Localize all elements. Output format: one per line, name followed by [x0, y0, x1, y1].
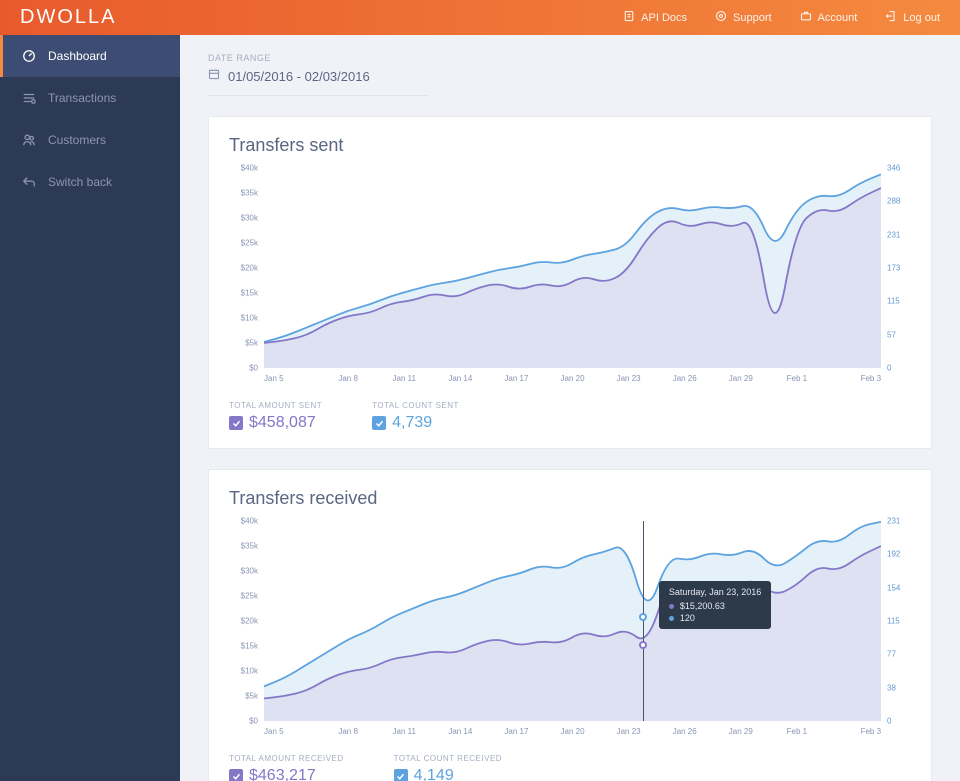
- yaxis-left-sent: $0$5k$10k$15k$20k$25k$30k$35k$40k: [229, 168, 264, 368]
- xaxis-sent: Jan 5Jan 8Jan 11Jan 14Jan 17Jan 20Jan 23…: [264, 374, 881, 383]
- tooltip-amount: $15,200.63: [680, 601, 725, 611]
- customers-icon: [22, 133, 36, 147]
- chart-sent[interactable]: $0$5k$10k$15k$20k$25k$30k$35k$40k 057115…: [229, 168, 911, 368]
- date-range-picker[interactable]: 01/05/2016 - 02/03/2016: [208, 67, 428, 96]
- stat-amount-received: TOTAL AMOUNT RECEIVED $463,217: [229, 754, 344, 781]
- dashboard-icon: [22, 49, 36, 63]
- stat-count-sent: TOTAL COUNT SENT 4,739: [372, 401, 459, 432]
- header-nav: API Docs Support Account Log out: [623, 10, 940, 25]
- stat-count-received: TOTAL COUNT RECEIVED 4,149: [394, 754, 502, 781]
- count-sent-text: 4,739: [392, 414, 432, 432]
- amount-received-label: TOTAL AMOUNT RECEIVED: [229, 754, 344, 763]
- hover-line: [643, 521, 644, 721]
- plot-received: Saturday, Jan 23, 2016 $15,200.63 120: [264, 521, 881, 721]
- tooltip-amount-row: $15,200.63: [669, 601, 761, 611]
- logout-label: Log out: [903, 12, 940, 24]
- logout-icon: [885, 10, 897, 25]
- sidebar-label-customers: Customers: [48, 133, 106, 147]
- sidebar-label-transactions: Transactions: [48, 91, 116, 105]
- support-link[interactable]: Support: [715, 10, 772, 25]
- tooltip-count: 120: [680, 613, 695, 623]
- amount-received-text: $463,217: [249, 767, 316, 781]
- account-link[interactable]: Account: [800, 10, 858, 25]
- amount-received-value: $463,217: [229, 767, 344, 781]
- card-transfers-received: Transfers received $0$5k$10k$15k$20k$25k…: [208, 469, 932, 781]
- checkbox-count-sent[interactable]: [372, 416, 386, 430]
- count-received-text: 4,149: [414, 767, 454, 781]
- back-arrow-icon: [22, 175, 36, 189]
- count-sent-value: 4,739: [372, 414, 459, 432]
- content-area: DATE RANGE 01/05/2016 - 02/03/2016 Trans…: [180, 35, 960, 781]
- date-range-value: 01/05/2016 - 02/03/2016: [228, 69, 370, 84]
- api-docs-link[interactable]: API Docs: [623, 10, 687, 25]
- sidebar: Dashboard Transactions Customers Switch …: [0, 35, 180, 781]
- logout-link[interactable]: Log out: [885, 10, 940, 25]
- briefcase-icon: [800, 10, 812, 25]
- yaxis-right-received: 03877115154192231: [881, 521, 911, 721]
- card-title-sent: Transfers sent: [229, 135, 911, 156]
- support-label: Support: [733, 12, 772, 24]
- docs-icon: [623, 10, 635, 25]
- dot-purple-icon: [669, 604, 674, 609]
- dot-blue-icon: [669, 616, 674, 621]
- sidebar-item-switch-back[interactable]: Switch back: [0, 161, 180, 203]
- sidebar-item-dashboard[interactable]: Dashboard: [0, 35, 180, 77]
- amount-sent-label: TOTAL AMOUNT SENT: [229, 401, 322, 410]
- brand-logo: DWOLLA: [20, 6, 116, 29]
- account-label: Account: [818, 12, 858, 24]
- date-range-label: DATE RANGE: [208, 53, 932, 63]
- yaxis-left-received: $0$5k$10k$15k$20k$25k$30k$35k$40k: [229, 521, 264, 721]
- sidebar-item-transactions[interactable]: Transactions: [0, 77, 180, 119]
- checkbox-amount-received[interactable]: [229, 769, 243, 781]
- api-docs-label: API Docs: [641, 12, 687, 24]
- checkbox-amount-sent[interactable]: [229, 416, 243, 430]
- transactions-icon: [22, 91, 36, 105]
- stats-received: TOTAL AMOUNT RECEIVED $463,217 TOTAL COU…: [229, 754, 911, 781]
- tooltip-date: Saturday, Jan 23, 2016: [669, 587, 761, 597]
- main-layout: Dashboard Transactions Customers Switch …: [0, 35, 960, 781]
- chart-tooltip: Saturday, Jan 23, 2016 $15,200.63 120: [659, 581, 771, 629]
- app-header: DWOLLA API Docs Support Account Log out: [0, 0, 960, 35]
- sidebar-item-customers[interactable]: Customers: [0, 119, 180, 161]
- count-received-value: 4,149: [394, 767, 502, 781]
- support-icon: [715, 10, 727, 25]
- tooltip-count-row: 120: [669, 613, 761, 623]
- stats-sent: TOTAL AMOUNT SENT $458,087 TOTAL COUNT S…: [229, 401, 911, 432]
- amount-sent-text: $458,087: [249, 414, 316, 432]
- card-title-received: Transfers received: [229, 488, 911, 509]
- count-sent-label: TOTAL COUNT SENT: [372, 401, 459, 410]
- chart-received[interactable]: $0$5k$10k$15k$20k$25k$30k$35k$40k Saturd…: [229, 521, 911, 721]
- sidebar-label-dashboard: Dashboard: [48, 49, 107, 63]
- amount-sent-value: $458,087: [229, 414, 322, 432]
- stat-amount-sent: TOTAL AMOUNT SENT $458,087: [229, 401, 322, 432]
- xaxis-received: Jan 5Jan 8Jan 11Jan 14Jan 17Jan 20Jan 23…: [264, 727, 881, 736]
- checkbox-count-received[interactable]: [394, 769, 408, 781]
- card-transfers-sent: Transfers sent $0$5k$10k$15k$20k$25k$30k…: [208, 116, 932, 449]
- yaxis-right-sent: 057115173231288346: [881, 168, 911, 368]
- count-received-label: TOTAL COUNT RECEIVED: [394, 754, 502, 763]
- plot-sent: [264, 168, 881, 368]
- calendar-icon: [208, 67, 220, 85]
- sidebar-label-switch: Switch back: [48, 175, 112, 189]
